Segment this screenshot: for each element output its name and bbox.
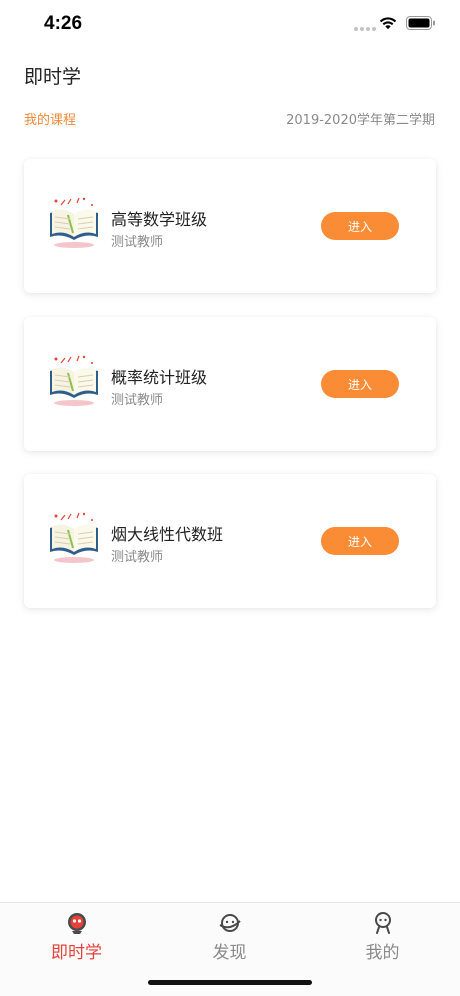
person-icon [374,912,391,934]
tab-instant-learn[interactable]: 即时学 [0,903,153,975]
tab-label: 发现 [212,943,247,963]
wifi-icon [379,17,397,30]
page-title: 即时学 [24,66,82,88]
my-courses-label: 我的课程 [24,113,77,128]
course-name: 烟大线性代数班 [111,525,224,544]
open-book-icon [50,512,98,563]
status-bar: 4:26 [0,0,460,50]
tab-discover[interactable]: 发现 [153,903,306,975]
tab-mine[interactable]: 我的 [306,903,459,975]
teacher-name: 测试教师 [111,235,164,250]
course-name: 概率统计班级 [111,368,208,387]
enter-course-button[interactable]: 进入 [321,527,399,555]
course-card[interactable]: 烟大线性代数班 测试教师 进入 [24,474,436,608]
tab-label: 即时学 [51,943,102,963]
course-card[interactable]: 概率统计班级 测试教师 进入 [24,317,436,451]
course-card[interactable]: 高等数学班级 测试教师 进入 [24,159,436,293]
teacher-name: 测试教师 [111,393,164,408]
mascot-icon [67,913,86,934]
open-book-icon [50,355,98,406]
tab-label: 我的 [365,943,400,963]
app-screen: 4:26 即时学 我的课程 2019-2020学年第二学期 高等数学班级 测试教… [0,0,460,996]
planet-icon [218,914,241,932]
open-book-icon [50,197,98,248]
course-name: 高等数学班级 [111,210,208,229]
semester-label: 2019-2020学年第二学期 [286,113,435,128]
status-time: 4:26 [44,13,83,34]
home-indicator [148,980,312,985]
cellular-signal-icon [354,27,376,31]
enter-course-button[interactable]: 进入 [321,370,399,398]
teacher-name: 测试教师 [111,550,164,565]
enter-course-button[interactable]: 进入 [321,212,399,240]
battery-icon [406,16,435,30]
